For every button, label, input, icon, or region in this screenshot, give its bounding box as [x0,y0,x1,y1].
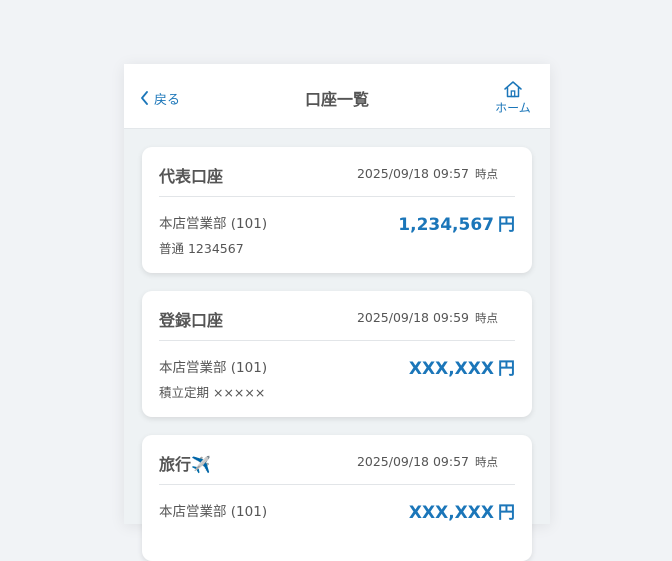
balance-timestamp: 2025/09/18 09:57 時点 [357,166,498,182]
divider [159,340,515,341]
balance-amount: 1,234,567 円 [398,210,515,235]
currency-unit: 円 [498,215,515,235]
timestamp-suffix: 時点 [475,311,498,325]
page-title: 口座一覧 [304,90,369,109]
divider [159,196,515,197]
currency-unit: 円 [498,359,515,379]
account-name: 登録口座 [159,311,224,330]
currency-unit: 円 [498,503,515,523]
home-icon [504,81,522,98]
account-card[interactable]: 代表口座 2025/09/18 09:57 時点 本店営業部 (101) 普通 1… [142,147,532,273]
amount-value: XXX,XXX [408,503,494,523]
timestamp-value: 2025/09/18 09:57 [356,454,469,469]
divider [159,484,515,485]
account-name: 代表口座 [159,167,224,186]
amount-value: XXX,XXX [408,359,494,379]
balance-amount: XXX,XXX 円 [409,354,515,379]
balance-timestamp: 2025/09/18 09:57 時点 [357,454,498,470]
account-number: 積立定期 ××××× [159,385,266,400]
home-label: ホーム [495,101,531,115]
timestamp-suffix: 時点 [475,455,498,469]
timestamp-value: 2025/09/18 09:59 [356,310,469,325]
account-name: 旅行✈️ [159,455,211,474]
branch-name: 本店営業部 (101) [159,216,268,232]
branch-name: 本店営業部 (101) [159,504,268,520]
amount-value: 1,234,567 [398,215,494,235]
account-list-screen: 戻る 口座一覧 ホーム 代表口座 2025/09/18 09:57 時点 本店営業… [124,64,550,561]
header-bar: 戻る 口座一覧 ホーム [124,64,550,129]
balance-timestamp: 2025/09/18 09:59 時点 [357,310,498,326]
timestamp-value: 2025/09/18 09:57 [356,166,469,181]
account-number: 普通 1234567 [159,241,244,256]
account-card[interactable]: 旅行✈️ 2025/09/18 09:57 時点 本店営業部 (101) XXX,… [142,435,532,561]
branch-name: 本店営業部 (101) [159,360,268,376]
balance-amount: XXX,XXX 円 [409,498,515,523]
account-card[interactable]: 登録口座 2025/09/18 09:59 時点 本店営業部 (101) 積立定期… [142,291,532,417]
timestamp-suffix: 時点 [475,167,498,181]
home-button[interactable]: ホーム [492,80,534,116]
